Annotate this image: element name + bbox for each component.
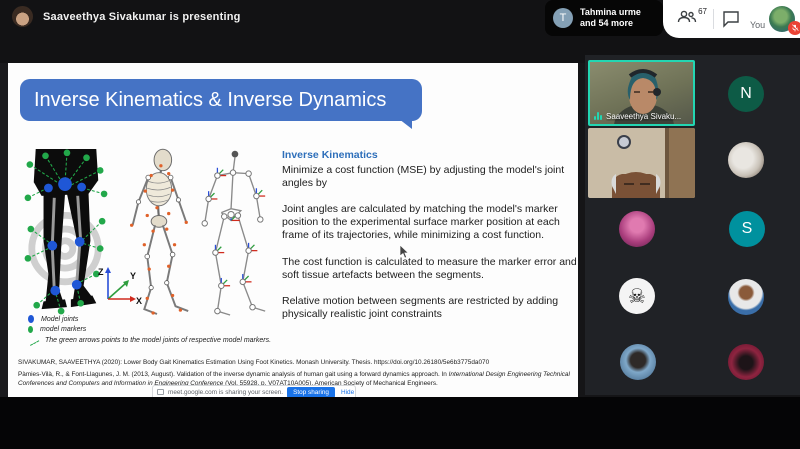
mic-off-icon xyxy=(791,19,799,37)
meeting-controls-panel: 67 You xyxy=(663,0,800,38)
participants-button[interactable]: 67 xyxy=(677,8,703,30)
tile-participant-name: Saaveethya Sivaku... xyxy=(606,112,681,121)
participants-chip-text: Tahmina urme and 54 more xyxy=(580,7,641,29)
axis-z-label: Z xyxy=(98,267,104,277)
paragraph-4: Relative motion between segments are res… xyxy=(282,295,578,321)
legend-label: Model joints xyxy=(41,316,78,323)
participant-initial-avatar: T xyxy=(553,8,573,28)
you-section: You xyxy=(750,6,795,32)
participant-video xyxy=(588,128,695,198)
citation-2-pre: Pàmies-Vilà, R., & Font-Llagunes, J. M. … xyxy=(18,371,449,378)
top-bar: Saaveethya Sivakumar is presenting T Tah… xyxy=(0,0,800,63)
avatar-photo[interactable] xyxy=(728,142,764,178)
presenter-status-text: Saaveethya Sivakumar is presenting xyxy=(43,11,241,23)
shared-presentation-slide: Inverse Kinematics & Inverse Dynamics xyxy=(8,63,578,397)
chat-icon xyxy=(722,15,740,32)
avatar-photo[interactable] xyxy=(619,211,655,247)
citation-1: SIVAKUMAR, SAAVEETHYA (2020): Lower Body… xyxy=(18,359,576,366)
mic-muted-badge xyxy=(788,21,800,35)
hide-link[interactable]: Hide xyxy=(341,389,354,396)
participants-chip[interactable]: T Tahmina urme and 54 more xyxy=(545,0,663,36)
share-message: meet.google.com is sharing your screen. xyxy=(168,389,283,396)
axis-x-label: X xyxy=(136,296,142,305)
participants-chip-line2: and 54 more xyxy=(580,18,641,29)
participants-sidebar: Saaveethya Sivaku... N S ☠ xyxy=(585,55,800,395)
link-segment-model-figure xyxy=(194,147,272,327)
mouse-cursor xyxy=(400,245,410,259)
chat-button[interactable] xyxy=(722,10,740,28)
legend-item: Model joints xyxy=(28,315,278,323)
video-tile-presenter[interactable]: Saaveethya Sivaku... xyxy=(588,60,695,126)
paragraph-2: Joint angles are calculated by matching … xyxy=(282,203,578,241)
bottom-black-bar xyxy=(0,397,800,449)
participant-count: 67 xyxy=(698,7,707,16)
legend-label: The green arrows points to the model joi… xyxy=(45,337,271,344)
coordinate-axes: Z Y X xyxy=(94,263,146,305)
green-dot-icon xyxy=(28,326,33,333)
section-heading: Inverse Kinematics xyxy=(282,149,578,162)
panel-divider xyxy=(713,9,714,29)
green-dashed-arrow-icon xyxy=(27,334,40,346)
screen-icon xyxy=(157,389,164,395)
avatar-photo[interactable] xyxy=(620,344,656,380)
legend-item: The green arrows points to the model joi… xyxy=(28,336,278,344)
people-icon xyxy=(677,11,697,28)
axis-y-label: Y xyxy=(130,271,136,281)
slide-body-text: Inverse Kinematics Minimize a cost funct… xyxy=(282,149,578,335)
blue-dot-icon xyxy=(28,315,34,323)
avatar-skull-drawing[interactable]: ☠ xyxy=(619,278,655,314)
you-label: You xyxy=(750,20,765,30)
figure-legend: Model joints model markers The green arr… xyxy=(28,315,278,347)
legend-label: model markers xyxy=(40,326,86,333)
avatar-photo[interactable] xyxy=(728,344,764,380)
stop-sharing-button[interactable]: Stop sharing xyxy=(287,387,335,398)
video-tile-participant[interactable] xyxy=(588,128,695,198)
participants-chip-line1: Tahmina urme xyxy=(580,7,641,18)
google-meet-screen: Saaveethya Sivakumar is presenting T Tah… xyxy=(0,0,800,449)
presenter-avatar xyxy=(12,6,33,27)
avatar-initial-s[interactable]: S xyxy=(729,211,765,247)
legend-item: model markers xyxy=(28,326,278,333)
avatar-photo[interactable] xyxy=(728,279,764,315)
paragraph-3: The cost function is calculated to measu… xyxy=(282,256,578,282)
slide-title: Inverse Kinematics & Inverse Dynamics xyxy=(20,79,422,121)
you-avatar[interactable] xyxy=(769,6,795,32)
audio-activity-icon xyxy=(594,112,602,120)
presenter-info: Saaveethya Sivakumar is presenting xyxy=(12,6,241,27)
left-gutter xyxy=(0,63,8,397)
paragraph-1: Minimize a cost function (MSE) by adjust… xyxy=(282,164,578,190)
avatar-initial-n[interactable]: N xyxy=(728,76,764,112)
